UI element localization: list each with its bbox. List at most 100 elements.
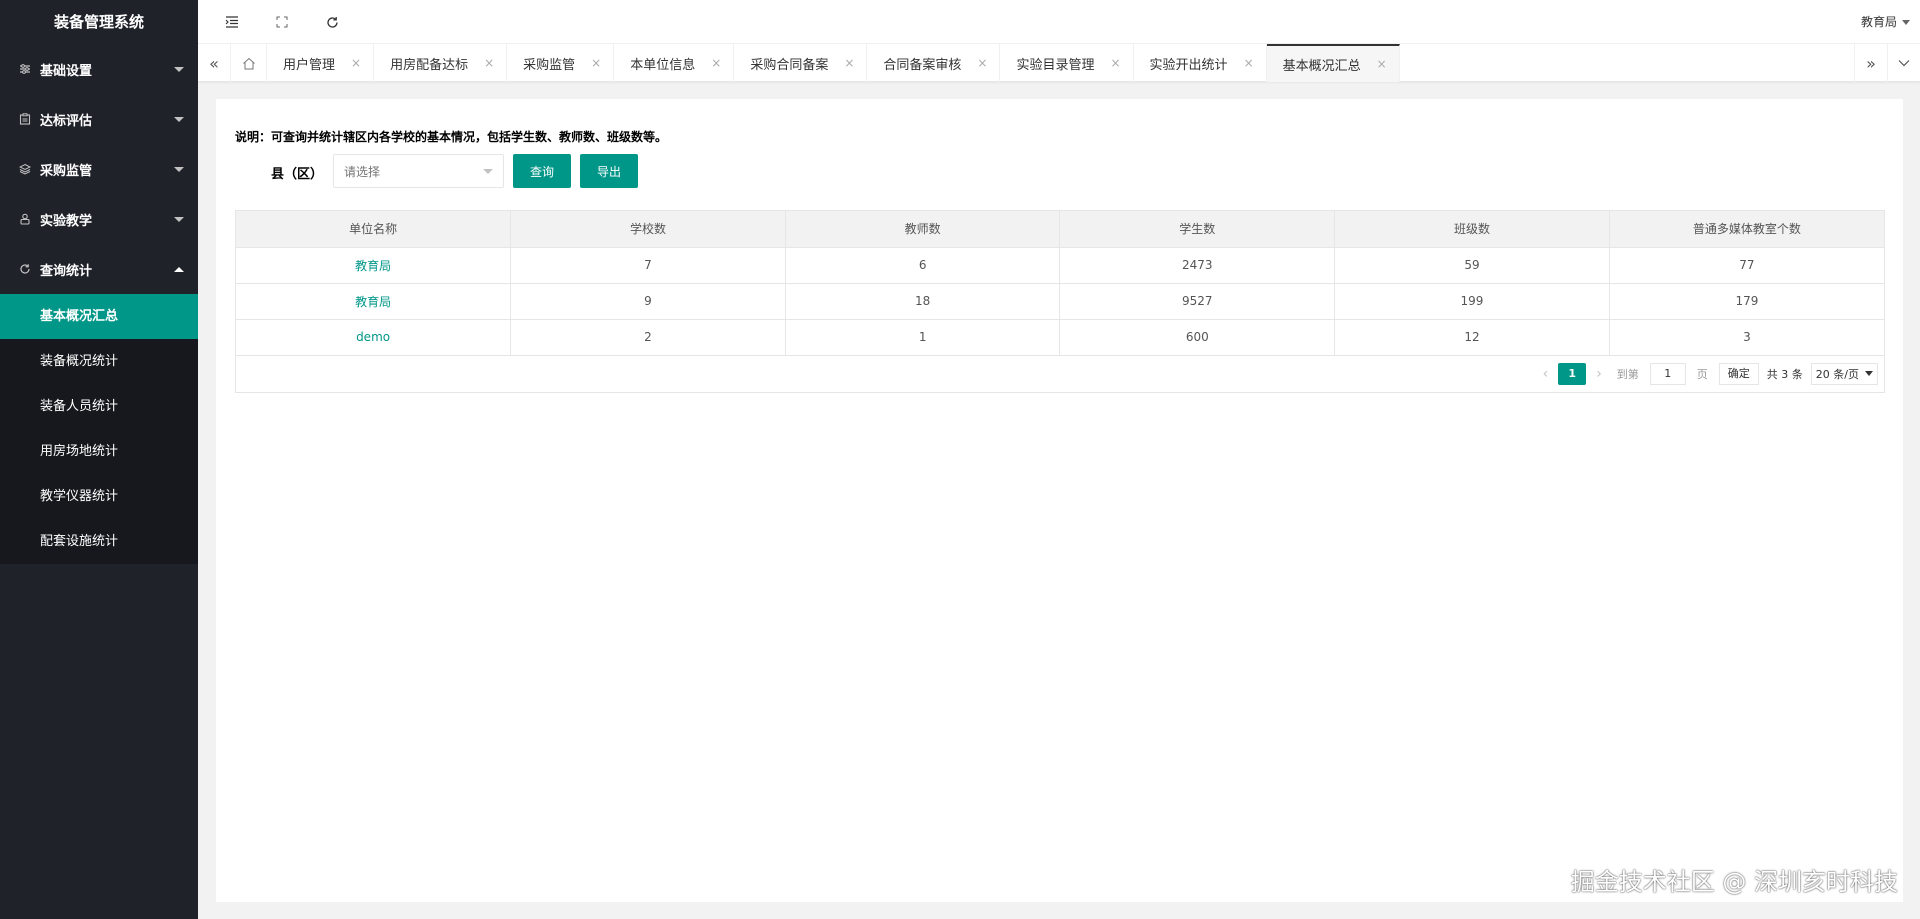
export-button[interactable]: 导出 (580, 154, 638, 188)
sidebar-item-query-stats[interactable]: 查询统计 (0, 244, 198, 294)
table-row: demo 2 1 600 12 3 (236, 319, 1884, 356)
chevron-down-icon (483, 169, 493, 174)
sidebar-subitem-basic-summary[interactable]: 基本概况汇总 (0, 294, 198, 339)
total-count: 共 3 条 (1766, 367, 1803, 381)
tab-contract-review[interactable]: 合同备案审核 × (867, 44, 1001, 82)
table-row: 教育局 7 6 2473 59 77 (236, 247, 1884, 284)
tab-label: 本单位信息 (630, 57, 696, 73)
unit-name-link[interactable]: 教育局 (236, 247, 512, 284)
column-header[interactable]: 单位名称 (236, 211, 512, 248)
column-header[interactable]: 普通多媒体教室个数 (1609, 211, 1884, 248)
column-header[interactable]: 班级数 (1334, 211, 1610, 248)
close-icon[interactable]: × (711, 56, 721, 70)
column-header[interactable]: 教师数 (785, 211, 1061, 248)
double-chevron-right-icon: » (1866, 53, 1876, 73)
chevron-down-icon (174, 166, 184, 172)
indent-icon (225, 16, 238, 28)
sidebar-subitem-equipment-stats[interactable]: 装备概况统计 (0, 339, 198, 384)
column-header[interactable]: 学校数 (510, 211, 786, 248)
clipboard-icon (18, 112, 32, 126)
page-unit-label: 页 (1696, 367, 1708, 381)
unit-name-link[interactable]: 教育局 (236, 283, 512, 320)
top-header: 教育局 (198, 0, 1920, 44)
table-cell: 199 (1334, 283, 1610, 320)
county-select[interactable]: 请选择 (333, 154, 504, 188)
goto-confirm-button[interactable]: 确定 (1718, 362, 1759, 385)
flask-icon (18, 212, 32, 226)
sidebar-subitem-room-stats[interactable]: 用房场地统计 (0, 429, 198, 474)
collapse-menu-button[interactable] (222, 12, 242, 32)
double-chevron-left-icon: « (209, 53, 219, 73)
unit-name-link[interactable]: demo (236, 319, 512, 356)
tab-experiment-stats[interactable]: 实验开出统计 × (1134, 44, 1267, 82)
table-cell: 9 (510, 283, 786, 320)
app-title: 装备管理系统 (53, 13, 144, 31)
tab-label: 合同备案审核 (883, 57, 962, 73)
table-cell: 9527 (1059, 283, 1336, 320)
sliders-icon (18, 62, 32, 76)
close-icon[interactable]: × (1377, 57, 1387, 71)
sidebar-subitem-facility-stats[interactable]: 配套设施统计 (0, 519, 198, 564)
table-cell: 12 (1334, 319, 1610, 356)
page-size-select[interactable]: 20 条/页 (1810, 362, 1878, 385)
tab-experiment-catalog[interactable]: 实验目录管理 × (1000, 44, 1134, 82)
sidebar-item-procurement[interactable]: 采购监管 (0, 144, 198, 194)
table-cell: 77 (1609, 247, 1884, 284)
sidebar-item-experiment[interactable]: 实验教学 (0, 194, 198, 244)
table-cell: 179 (1609, 283, 1884, 320)
page-description: 说明：可查询并统计辖区内各学校的基本情况，包括学生数、教师数、班级数等。 (235, 130, 668, 144)
home-icon (242, 57, 255, 69)
prev-page-icon[interactable]: ‹ (1543, 366, 1549, 382)
tab-label: 实验目录管理 (1016, 57, 1095, 73)
tabs-scroll-right-button[interactable]: » (1854, 44, 1887, 82)
sidebar-subitem-staff-stats[interactable]: 装备人员统计 (0, 384, 198, 429)
tab-basic-summary[interactable]: 基本概况汇总 × (1266, 44, 1400, 82)
sidebar-submenu: 基本概况汇总 装备概况统计 装备人员统计 用房场地统计 教学仪器统计 配套设施统… (0, 294, 198, 564)
tab-label: 用房配备达标 (390, 57, 469, 73)
tabs-dropdown-button[interactable] (1887, 44, 1920, 82)
refresh-icon (18, 262, 32, 276)
close-icon[interactable]: × (1110, 56, 1120, 70)
table-header-row: 单位名称 学校数 教师数 学生数 班级数 普通多媒体教室个数 (236, 211, 1884, 248)
sidebar-item-basic-settings[interactable]: 基础设置 (0, 44, 198, 94)
close-icon[interactable]: × (591, 56, 601, 70)
user-menu[interactable]: 教育局 (1861, 0, 1910, 44)
tab-label: 采购监管 (523, 57, 576, 73)
chevron-down-icon (174, 216, 184, 222)
query-button[interactable]: 查询 (513, 154, 571, 188)
tab-user-management[interactable]: 用户管理 × (267, 44, 375, 82)
chevron-down-icon (1902, 19, 1910, 25)
tab-home[interactable] (231, 44, 267, 82)
tab-label: 用户管理 (283, 57, 336, 73)
column-header[interactable]: 学生数 (1059, 211, 1336, 248)
tab-room-standard[interactable]: 用房配备达标 × (374, 44, 508, 82)
sidebar-subitem-instrument-stats[interactable]: 教学仪器统计 (0, 474, 198, 519)
sidebar-item-label: 基础设置 (40, 63, 93, 79)
fullscreen-button[interactable] (272, 12, 292, 32)
table-cell: 7 (510, 247, 786, 284)
table-cell: 2 (510, 319, 786, 356)
table-cell: 6 (785, 247, 1061, 284)
main-content: 说明：可查询并统计辖区内各学校的基本情况，包括学生数、教师数、班级数等。 县（区… (216, 99, 1903, 902)
close-icon[interactable]: × (977, 56, 987, 70)
table-cell: 3 (1609, 319, 1884, 356)
sidebar-item-standard-eval[interactable]: 达标评估 (0, 94, 198, 144)
fullscreen-icon (276, 16, 288, 28)
tab-list: 用户管理 × 用房配备达标 × 采购监管 × 本单位信息 × 采购合同备案 × … (231, 44, 1400, 82)
current-page-button[interactable]: 1 (1558, 362, 1587, 385)
close-icon[interactable]: × (351, 56, 361, 70)
close-icon[interactable]: × (484, 56, 494, 70)
tab-procurement[interactable]: 采购监管 × (507, 44, 615, 82)
sidebar-item-label: 查询统计 (40, 263, 93, 279)
close-icon[interactable]: × (844, 56, 854, 70)
next-page-icon[interactable]: › (1596, 366, 1602, 382)
refresh-button[interactable] (322, 12, 342, 32)
tab-unit-info[interactable]: 本单位信息 × (614, 44, 735, 82)
goto-page-input[interactable]: 1 (1649, 362, 1686, 385)
tab-contract-filing[interactable]: 采购合同备案 × (734, 44, 868, 82)
close-icon[interactable]: × (1244, 56, 1254, 70)
refresh-icon (326, 16, 338, 28)
table-cell: 1 (785, 319, 1061, 356)
chevron-down-icon (1865, 371, 1873, 376)
tabs-scroll-left-button[interactable]: « (198, 44, 231, 82)
